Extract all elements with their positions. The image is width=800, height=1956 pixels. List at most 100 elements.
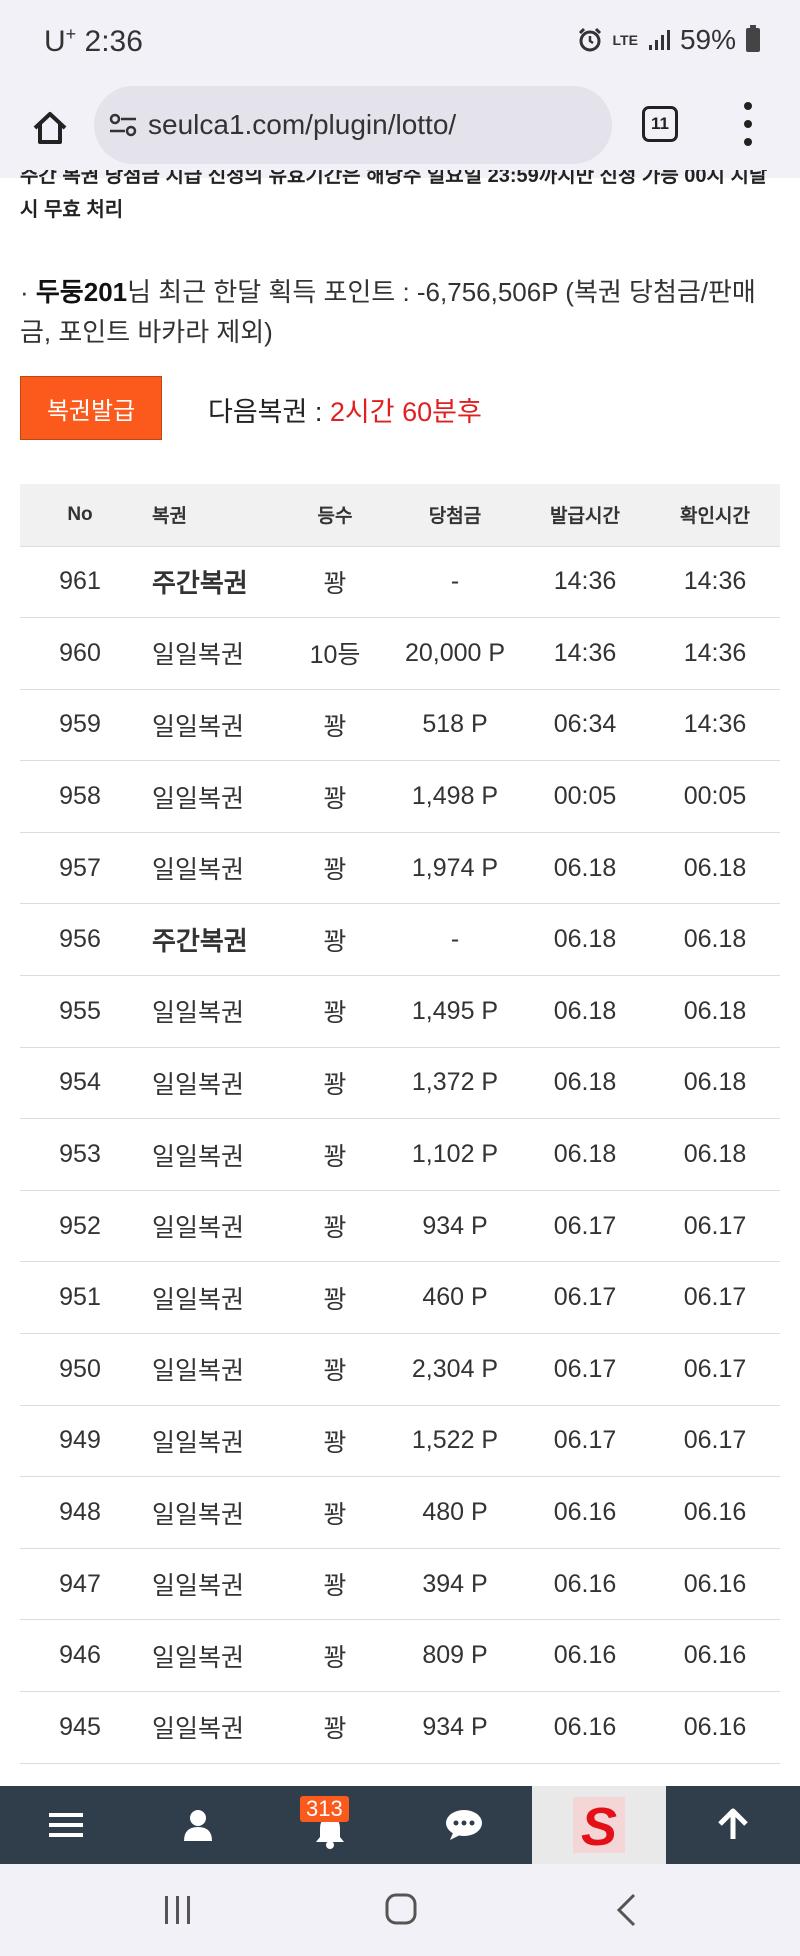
row-issued-time: 14:36 [520,617,650,690]
menu-dot-icon [744,138,752,146]
row-issued-time: 06.17 [520,1190,650,1263]
row-issued-time: 06.16 [520,1691,650,1764]
status-icons: LTE 59% [577,24,760,56]
clock: 2:36 [84,25,143,58]
row-rank: 꽝 [280,1261,390,1335]
battery-percent: 59% [679,24,736,55]
arrow-up-icon [718,1808,748,1839]
notifications-button[interactable]: 313 [264,1786,396,1864]
row-checked-time: 06.17 [650,1190,780,1263]
row-rank: 꽝 [280,1047,390,1120]
issue-lottery-button[interactable]: 복권발급 [20,376,162,440]
row-prize: 1,495 P [390,975,520,1048]
row-no: 956 [20,903,140,977]
row-no: 960 [20,617,140,690]
row-checked-time: 06.18 [650,1047,780,1120]
row-prize: 460 P [390,1261,520,1335]
address-bar[interactable]: seulca1.com/plugin/lotto/ [94,86,612,164]
logo-letter: S [581,1797,617,1857]
table-row: 953 일일복권 꽝 1,102 P 06.18 06.18 [20,1118,780,1191]
hamburger-icon [49,1813,83,1837]
table-row: 949 일일복권 꽝 1,522 P 06.17 06.17 [20,1405,780,1478]
tab-switcher-button[interactable]: 11 [642,106,678,142]
row-no: 961 [20,546,140,619]
row-issued-time: 06.17 [520,1405,650,1478]
carrier: U [44,25,66,58]
table-row: 957 일일복권 꽝 1,974 P 06.18 06.18 [20,832,780,905]
row-checked-time: 14:36 [650,617,780,690]
home-nav-icon[interactable] [384,1892,418,1926]
row-prize: 1,372 P [390,1047,520,1120]
table-row: 961 주간복권 꽝 -14:36 14:36 [20,546,780,619]
row-rank: 꽝 [280,1691,390,1764]
row-ticket-type: 주간복권 [140,903,280,977]
android-navigation-bar [0,1864,800,1956]
status-carrier-time: U+ 2:36 [44,24,143,59]
row-issued-time: 06.18 [520,903,650,977]
menu-button[interactable] [0,1786,132,1864]
site-settings-icon[interactable] [108,110,138,140]
table-row: 948 일일복권 꽝 480 P 06.16 06.16 [20,1476,780,1549]
row-rank: 꽝 [280,689,390,762]
lottery-notice: 주간 복권 당첨금 지급 신청의 유효기간은 해당주 일요일 23:59까지만 … [20,170,780,230]
profile-button[interactable] [132,1786,264,1864]
row-checked-time: 06.18 [650,975,780,1048]
more-menu-button[interactable] [740,102,756,146]
row-checked-time: 06.16 [650,1691,780,1764]
carrier-plus: + [65,24,77,44]
site-logo[interactable]: S [532,1786,666,1864]
row-prize: 934 P [390,1691,520,1764]
row-checked-time: 06.17 [650,1261,780,1335]
scroll-top-button[interactable] [666,1786,800,1864]
row-prize: 518 P [390,689,520,762]
header-no: No [20,484,140,547]
back-icon[interactable] [614,1892,638,1928]
row-rank: 꽝 [280,1333,390,1406]
row-no: 957 [20,832,140,905]
row-prize: 934 P [390,1190,520,1263]
chat-button[interactable] [396,1786,532,1864]
row-prize: - [390,546,520,619]
row-ticket-type: 일일복권 [140,832,280,905]
row-rank: 꽝 [280,1548,390,1621]
row-rank: 꽝 [280,546,390,619]
row-checked-time: 06.18 [650,903,780,977]
row-ticket-type: 일일복권 [140,1047,280,1120]
header-issued-time: 발급시간 [520,484,650,547]
home-button[interactable] [22,100,78,156]
row-no: 951 [20,1261,140,1335]
row-no: 955 [20,975,140,1048]
row-checked-time: 06.18 [650,832,780,905]
url-text[interactable]: seulca1.com/plugin/lotto/ [148,109,456,141]
row-issued-time: 06.18 [520,1118,650,1191]
table-row: 952 일일복권 꽝 934 P 06.17 06.17 [20,1190,780,1263]
row-rank: 꽝 [280,832,390,905]
row-checked-time: 06.16 [650,1548,780,1621]
row-ticket-type: 일일복권 [140,1190,280,1263]
row-rank: 꽝 [280,1190,390,1263]
row-issued-time: 06.18 [520,1047,650,1120]
table-row: 951 일일복권 꽝 460 P 06.17 06.17 [20,1261,780,1335]
table-row: 954 일일복권 꽝 1,372 P 06.18 06.18 [20,1047,780,1120]
row-ticket-type: 일일복권 [140,1261,280,1335]
row-prize: 1,974 P [390,832,520,905]
row-no: 953 [20,1118,140,1191]
chat-icon [446,1810,482,1840]
row-checked-time: 06.17 [650,1333,780,1406]
table-row: 958 일일복권 꽝 1,498 P 00:05 00:05 [20,760,780,833]
row-rank: 10등 [280,617,390,690]
row-no: 948 [20,1476,140,1549]
row-ticket-type: 주간복권 [140,546,280,619]
table-row: 959 일일복권 꽝 518 P 06:34 14:36 [20,689,780,762]
row-issued-time: 06.18 [520,975,650,1048]
row-checked-time: 14:36 [650,546,780,619]
alarm-icon [578,27,601,52]
table-row: 947 일일복권 꽝 394 P 06.16 06.16 [20,1548,780,1621]
header-prize: 당첨금 [390,484,520,547]
row-no: 947 [20,1548,140,1621]
points-username: 두둥201 [35,277,128,307]
table-header-row: No 복권 등수 당첨금 발급시간 확인시간 [20,484,780,547]
table-row: 945 일일복권 꽝 934 P 06.16 06.16 [20,1691,780,1764]
recent-apps-icon[interactable] [162,1894,194,1926]
status-bar: U+ 2:36 LTE 59% [0,0,800,82]
